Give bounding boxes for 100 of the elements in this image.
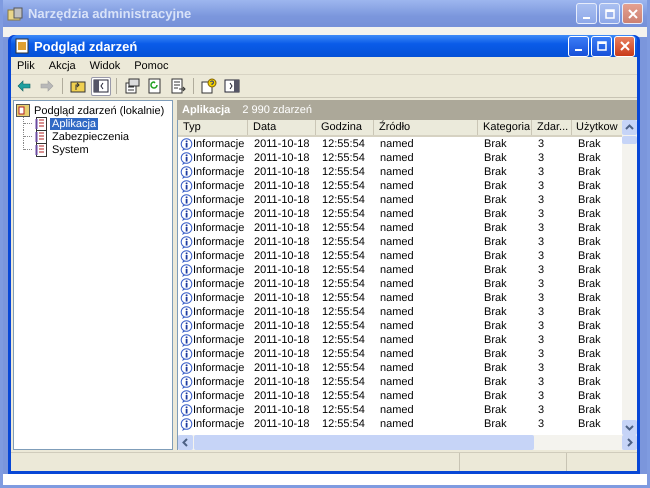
menu-item[interactable]: Widok	[90, 60, 120, 72]
table-cell: Informacje	[193, 305, 244, 319]
table-cell-text: named	[379, 291, 415, 305]
table-cell-text: 2011-10-18	[253, 319, 310, 333]
table-cell-text: 3	[537, 319, 546, 333]
menu-item[interactable]: Plik	[17, 60, 35, 72]
table-cell-text: 2011-10-18	[253, 179, 310, 193]
table-cell-text: named	[379, 333, 415, 347]
tree-item[interactable]: Podgląd zdarzeń (lokalnie)	[32, 104, 166, 116]
table-cell-text: 2011-10-18	[253, 277, 310, 291]
table-cell: Informacje	[193, 235, 244, 249]
info-icon	[180, 278, 193, 290]
table-cell: Informacje	[193, 249, 244, 263]
table-cell-text: Brak	[577, 347, 602, 361]
table-cell-text: Brak	[577, 193, 602, 207]
table-cell-text: named	[379, 361, 415, 375]
table-cell-text: 2011-10-18	[253, 221, 310, 235]
table-cell-text: 2011-10-18	[253, 249, 310, 263]
scroll-right-icon[interactable]	[622, 435, 637, 450]
table-cell-text: 12:55:54	[321, 151, 366, 165]
table-cell-text: 2011-10-18	[253, 305, 310, 319]
scroll-thumb[interactable]	[194, 435, 534, 450]
table-cell-text: 3	[537, 305, 546, 319]
table-cell-text: 3	[537, 403, 546, 417]
table-cell-text: 2011-10-18	[253, 333, 310, 347]
table-cell-text: Brak	[483, 249, 508, 263]
column-header[interactable]: Typ	[178, 120, 248, 135]
table-cell-text: named	[379, 263, 415, 277]
table-cell-text: 12:55:54	[321, 375, 366, 389]
table-cell-text: 3	[537, 333, 546, 347]
info-icon	[180, 208, 193, 220]
log-icon	[15, 38, 29, 54]
info-icon	[180, 152, 193, 164]
info-icon	[180, 166, 193, 178]
scroll-thumb[interactable]	[622, 136, 637, 144]
table-cell-text: 12:55:54	[321, 137, 366, 151]
minimize-icon	[583, 16, 590, 18]
table-cell-text: Brak	[577, 403, 602, 417]
scroll-up-icon[interactable]	[622, 120, 637, 135]
menu-item[interactable]: Pomoc	[134, 60, 168, 72]
info-icon	[180, 334, 193, 346]
table-cell-text: Brak	[483, 137, 508, 151]
table-cell-text: Brak	[577, 235, 602, 249]
table-cell-text: 12:55:54	[321, 165, 366, 179]
menu-item[interactable]: Akcja	[48, 60, 76, 72]
tree-item[interactable]: Aplikacja	[50, 118, 98, 130]
table-cell-text: named	[379, 179, 415, 193]
help-button[interactable]	[199, 76, 219, 96]
table-cell-text: Brak	[483, 277, 508, 291]
column-header[interactable]: Data	[248, 120, 316, 135]
table-cell-text: Brak	[577, 151, 602, 165]
table-cell-text: 3	[537, 347, 546, 361]
table-cell-text: named	[379, 319, 415, 333]
table-cell-text: named	[379, 235, 415, 249]
info-icon	[180, 362, 193, 374]
table-cell-text: 12:55:54	[321, 235, 366, 249]
table-cell-text: 3	[537, 235, 546, 249]
info-icon	[180, 222, 193, 234]
column-header[interactable]: Użytkow	[572, 120, 622, 135]
table-cell: Informacje	[193, 137, 244, 151]
column-header[interactable]: Źródło	[374, 120, 478, 135]
table-cell: Informacje	[193, 263, 244, 277]
column-header[interactable]: Kategoria	[478, 120, 532, 135]
table-cell-text: Brak	[577, 277, 602, 291]
table-cell-text: Brak	[577, 333, 602, 347]
tree-toggle-button[interactable]	[91, 76, 111, 96]
table-cell-text: Brak	[483, 179, 508, 193]
table-cell-text: Brak	[483, 347, 508, 361]
table-cell-text: 12:55:54	[321, 207, 366, 221]
info-icon	[180, 236, 193, 248]
table-cell-text: Brak	[577, 291, 602, 305]
table-cell-text: 12:55:54	[321, 347, 366, 361]
table-cell: Informacje	[193, 221, 244, 235]
table-cell-text: 12:55:54	[321, 249, 366, 263]
scroll-left-icon[interactable]	[178, 435, 193, 450]
tree-item[interactable]: System	[50, 144, 91, 156]
vertical-scrollbar[interactable]	[622, 120, 637, 435]
log-icon	[35, 116, 48, 130]
info-icon	[180, 348, 193, 360]
tree-item[interactable]: Zabezpieczenia	[50, 130, 132, 142]
table-cell-text: Brak	[577, 137, 602, 151]
column-header[interactable]: Godzina	[316, 120, 374, 135]
table-cell: Informacje	[193, 319, 244, 333]
scroll-down-icon[interactable]	[622, 420, 637, 435]
column-header[interactable]: Zdar...	[532, 120, 572, 135]
table-cell-text: 2011-10-18	[253, 403, 310, 417]
table-cell-text: 3	[537, 221, 546, 235]
panel-button[interactable]	[222, 76, 242, 96]
folder-tools-icon	[7, 6, 23, 22]
table-cell-text: 3	[537, 249, 546, 263]
table-cell: Informacje	[193, 375, 244, 389]
table-cell-text: Brak	[577, 207, 602, 221]
table-cell-text: 3	[537, 137, 546, 151]
info-icon	[180, 404, 193, 416]
table-cell-text: 3	[537, 165, 546, 179]
table-cell-text: Brak	[483, 263, 508, 277]
horizontal-scrollbar[interactable]	[177, 435, 637, 450]
table-cell-text: 12:55:54	[321, 179, 366, 193]
maximize-icon	[596, 41, 606, 51]
table-cell-text: Brak	[483, 375, 508, 389]
